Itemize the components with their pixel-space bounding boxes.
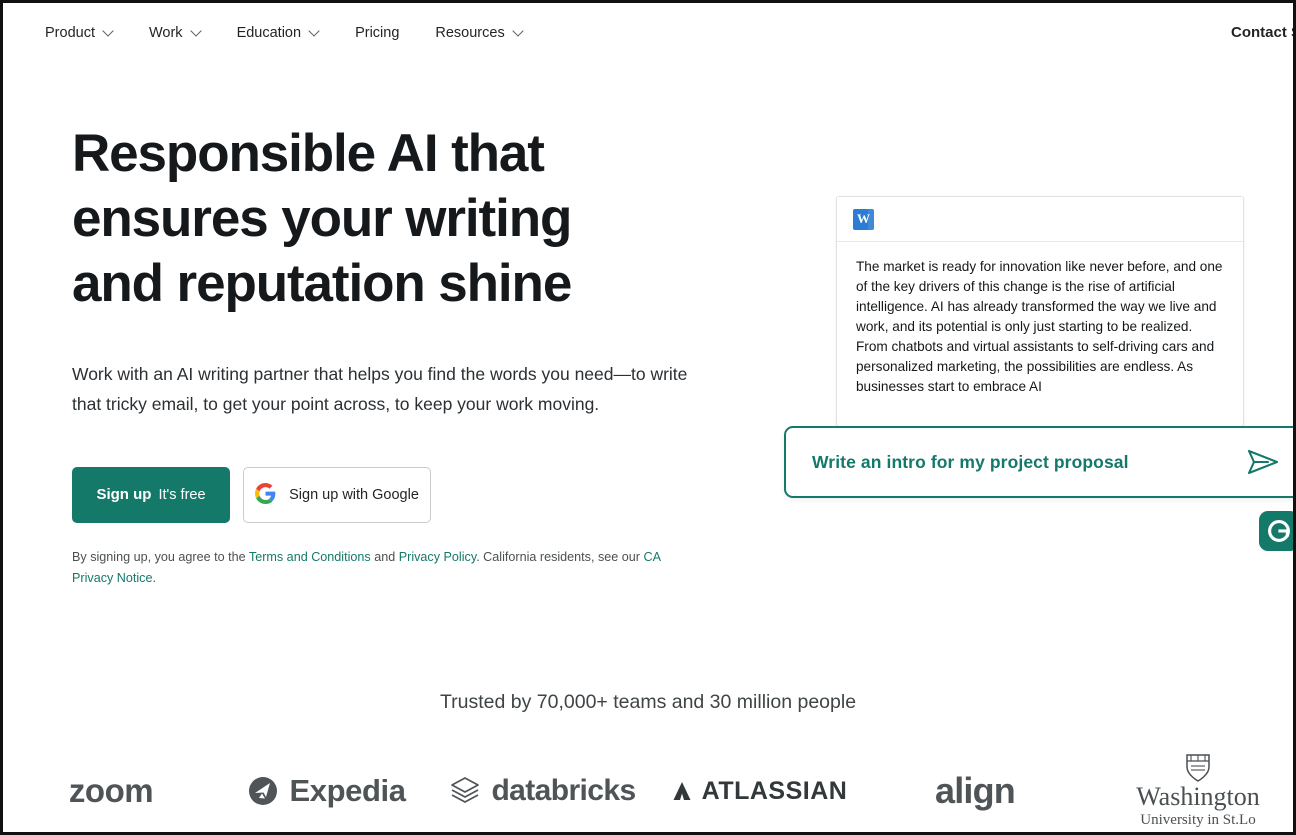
sign-up-button-label: Sign up: [96, 486, 152, 504]
grammarly-logo-icon: [1268, 520, 1290, 542]
nav-item-pricing[interactable]: Pricing: [337, 20, 417, 47]
chevron-down-icon: [104, 27, 113, 36]
document-card-header: W: [837, 197, 1243, 242]
expedia-mark-icon: [249, 777, 278, 805]
page-root: Product Work Education Pricing Resources…: [0, 0, 1296, 835]
logo-align-label: align: [934, 770, 1016, 811]
chevron-down-icon: [514, 27, 523, 36]
sign-up-button-sublabel: It's free: [158, 486, 206, 503]
sign-up-with-google-label: Sign up with Google: [289, 486, 419, 503]
word-document-preview-card: W The market is ready for innovation lik…: [836, 196, 1244, 427]
ai-prompt-text: Write an intro for my project proposal: [812, 451, 1129, 472]
logo-zoom-label: zoom: [68, 772, 154, 809]
logo-expedia-label: Expedia: [289, 773, 406, 808]
legal-mid: and: [370, 549, 399, 564]
nav-item-product[interactable]: Product: [27, 20, 131, 47]
nav-item-work[interactable]: Work: [131, 20, 219, 47]
hero-left-column: Responsible AI that ensures your writing…: [72, 121, 712, 590]
google-icon: [255, 482, 276, 507]
page-title: Responsible AI that ensures your writing…: [72, 124, 572, 314]
nav-item-education-label: Education: [236, 25, 302, 42]
chevron-down-icon: [310, 27, 319, 36]
nav-item-work-label: Work: [148, 25, 183, 42]
logo-wustl-label: Washington: [1136, 782, 1260, 812]
logo-expedia: Expedia: [219, 751, 435, 831]
cta-button-row: Sign up It's free Sign up with Google: [72, 466, 712, 523]
microsoft-word-icon: W: [853, 208, 874, 230]
nav-item-resources[interactable]: Resources: [417, 20, 540, 47]
legal-suffix: . California residents, see our: [476, 549, 644, 564]
terms-and-conditions-link[interactable]: Terms and Conditions: [249, 550, 371, 564]
databricks-mark-icon: [451, 777, 480, 803]
atlassian-mark-icon: [673, 782, 691, 800]
ai-prompt-input[interactable]: Write an intro for my project proposal: [784, 426, 1293, 498]
nav-item-resources-label: Resources: [435, 25, 505, 42]
grammarly-logo-badge[interactable]: [1259, 511, 1293, 551]
send-paper-plane-icon[interactable]: [1246, 447, 1280, 477]
legal-disclaimer: By signing up, you agree to the Terms an…: [72, 547, 684, 590]
legal-end: .: [152, 571, 156, 586]
logo-wustl-sublabel: University in St.Lo: [1140, 811, 1256, 828]
sign-up-with-google-button[interactable]: Sign up with Google: [243, 466, 431, 523]
logo-wustl-wrap: Washington University in St.Lo: [1128, 753, 1268, 828]
document-body-text: The market is ready for innovation like …: [856, 259, 1223, 394]
logo-expedia-wrap: Expedia: [248, 773, 406, 809]
customer-logo-row: zoom Expedia databricks ATLASSIAN align …: [3, 751, 1293, 831]
sign-up-button[interactable]: Sign up It's free: [72, 466, 230, 523]
logo-databricks: databricks: [435, 751, 651, 831]
logo-atlassian-label: ATLASSIAN: [701, 776, 848, 805]
logo-align: align: [867, 751, 1083, 831]
nav-item-pricing-label: Pricing: [355, 25, 400, 42]
trusted-by-text: Trusted by 70,000+ teams and 30 million …: [439, 691, 857, 713]
hero-subheading: Work with an AI writing partner that hel…: [72, 363, 688, 415]
word-icon-letter: W: [857, 211, 870, 226]
nav-menu: Product Work Education Pricing Resources: [27, 20, 541, 47]
logo-atlassian: ATLASSIAN: [651, 751, 867, 831]
chevron-down-icon: [192, 27, 201, 36]
logo-zoom: zoom: [3, 751, 219, 831]
top-navigation-bar: Product Work Education Pricing Resources…: [3, 3, 1293, 64]
wustl-crest-icon: [1186, 754, 1210, 783]
logo-databricks-wrap: databricks: [450, 774, 636, 808]
legal-prefix: By signing up, you agree to the: [72, 549, 249, 564]
nav-item-product-label: Product: [45, 25, 95, 42]
privacy-policy-link[interactable]: Privacy Policy: [399, 550, 476, 564]
logo-atlassian-wrap: ATLASSIAN: [671, 777, 848, 806]
logo-washington-university: Washington University in St.Lo: [1083, 751, 1293, 831]
logo-databricks-label: databricks: [491, 774, 636, 807]
nav-item-education[interactable]: Education: [219, 20, 338, 47]
contact-sales-link[interactable]: Contact S: [1231, 24, 1293, 41]
